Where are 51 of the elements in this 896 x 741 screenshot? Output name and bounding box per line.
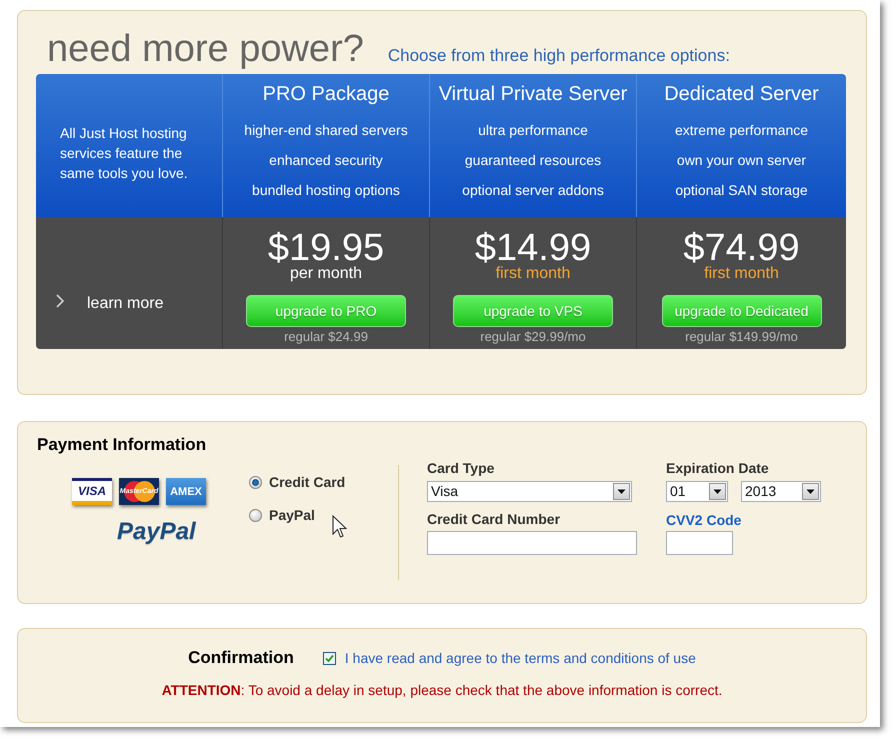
year-select[interactable]: 2013 <box>741 481 821 502</box>
plan-name: PRO Package <box>262 82 390 106</box>
month-select[interactable]: 01 <box>666 481 728 502</box>
plan-feature: optional SAN storage <box>675 181 808 200</box>
learn-more-link[interactable]: learn more <box>87 294 164 314</box>
plan-feature: bundled hosting options <box>252 181 400 200</box>
plan-feature: enhanced security <box>269 151 383 170</box>
plan-feature: own your own server <box>676 151 806 170</box>
confirmation-title: Confirmation <box>188 648 294 668</box>
plan-name: Virtual Private Server <box>438 82 628 106</box>
radio-label[interactable]: PayPal <box>269 507 315 523</box>
card-number-field[interactable] <box>427 531 637 555</box>
mouse-pointer-icon <box>332 515 348 540</box>
field-label: Credit Card Number <box>427 511 562 527</box>
radio-label[interactable]: Credit Card <box>269 474 346 490</box>
plan-price: $19.95 <box>268 231 384 265</box>
chevron-right-icon <box>56 294 64 308</box>
cvv-link[interactable]: CVV2 Code <box>666 512 821 528</box>
card-type-select[interactable]: Visa <box>427 481 632 502</box>
plan-feature: optional server addons <box>462 181 604 200</box>
field-label: Expiration Date <box>666 460 770 476</box>
caret-icon <box>709 483 726 500</box>
plan-feature: guaranteed resources <box>464 151 602 170</box>
radio-button[interactable] <box>249 476 262 488</box>
intro-text: All Just Host hosting services feature the same tools you love. <box>60 124 189 183</box>
plan-feature: ultra performance <box>478 121 588 140</box>
payment-title: Payment Information <box>37 435 208 455</box>
price-period: first month <box>704 265 779 283</box>
plan-price: $14.99 <box>474 231 592 265</box>
radio-button[interactable] <box>249 508 262 522</box>
plan-price: $74.99 <box>683 231 800 265</box>
plan-name: Dedicated Server <box>664 82 819 106</box>
price-period: per month <box>290 265 362 283</box>
price-period: first month <box>496 265 570 283</box>
caret-icon <box>802 483 819 500</box>
caret-icon <box>613 483 630 500</box>
plan-feature: extreme performance <box>674 121 808 140</box>
card-logo: AMEX <box>166 478 206 505</box>
heading-subtitle: Choose from three high performance options: <box>388 45 730 67</box>
attention-notice: ATTENTION: To avoid a delay in setup, please check that the above information is correct. <box>162 681 722 699</box>
regular-price: regular $24.99 <box>284 329 368 345</box>
plan-feature: higher-end shared servers <box>244 121 408 140</box>
page-heading: need more power? <box>47 27 364 71</box>
checkbox[interactable] <box>322 652 336 664</box>
regular-price: regular $149.99/mo <box>685 329 798 345</box>
field-label: Card Type <box>427 460 496 476</box>
card-logo: VISA <box>72 478 112 505</box>
paypal-logo: PayPal <box>117 518 196 545</box>
cvv-field[interactable] <box>666 531 733 555</box>
regular-price: regular $29.99/mo <box>480 329 586 345</box>
agree-label[interactable]: I have read and agree to the terms and conditions of use <box>344 649 696 667</box>
